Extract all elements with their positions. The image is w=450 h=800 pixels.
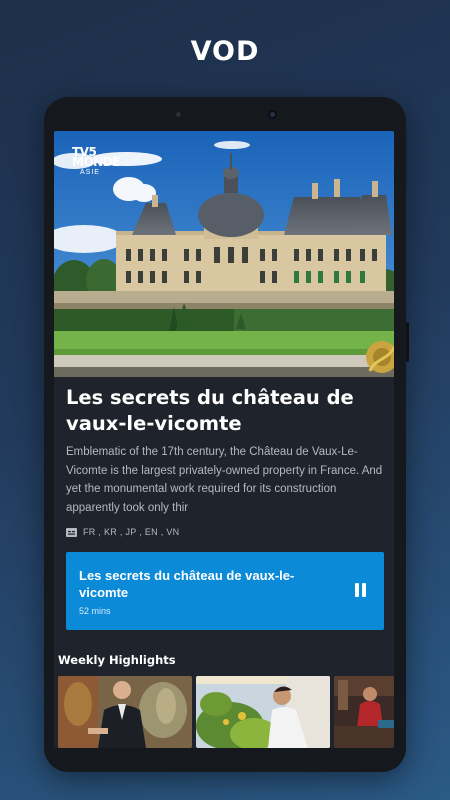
phone-camera	[268, 110, 277, 119]
phone-frame: TV5 MONDE ASIE Les secrets du château de …	[44, 97, 409, 772]
tv5monde-logo: TV5 MONDE ASIE	[72, 145, 120, 176]
now-playing-card[interactable]: Les secrets du château de vaux-le-vicomt…	[66, 552, 384, 630]
subtitles-icon	[66, 527, 77, 537]
thumbnail-man-in-suit	[58, 676, 192, 748]
app-screen: TV5 MONDE ASIE Les secrets du château de …	[54, 131, 394, 748]
program-description: Emblematic of the 17th century, the Chât…	[66, 446, 383, 514]
thumbnail-man-with-plants	[196, 676, 330, 748]
highlight-thumbnail-3[interactable]	[334, 676, 394, 748]
languages-list: FR , KR , JP , EN , VN	[83, 527, 180, 537]
pause-icon[interactable]	[352, 582, 370, 600]
subtitle-languages: FR , KR , JP , EN , VN	[66, 527, 179, 537]
program-title: Les secrets du château de vaux-le-vicomt…	[66, 386, 354, 435]
phone-sensor	[176, 112, 181, 117]
phone-side-button	[406, 322, 409, 362]
page-headline: VOD	[190, 36, 260, 67]
highlight-thumbnail-2[interactable]	[196, 676, 330, 748]
hero-image[interactable]: TV5 MONDE ASIE	[54, 131, 394, 377]
now-playing-title: Les secrets du château de vaux-le-vicomt…	[79, 568, 295, 600]
weekly-highlights-heading: Weekly Highlights	[58, 653, 176, 667]
weekly-highlights-list	[58, 676, 394, 748]
highlight-thumbnail-1[interactable]	[58, 676, 192, 748]
thumbnail-man-in-workshop	[334, 676, 394, 748]
now-playing-duration: 52 mins	[79, 606, 111, 616]
